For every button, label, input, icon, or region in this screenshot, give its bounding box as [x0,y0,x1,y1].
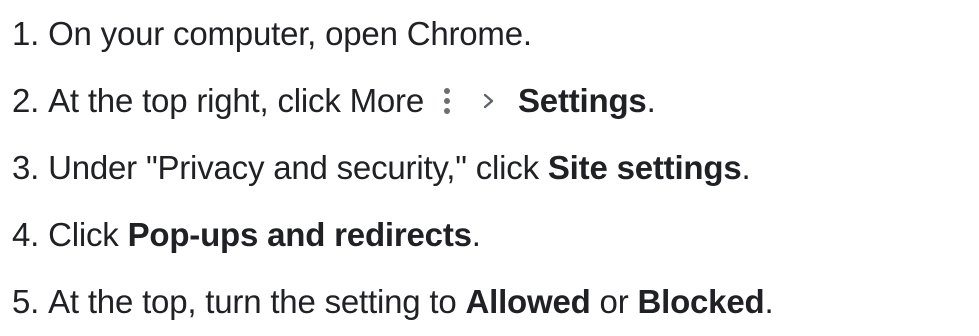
step-punctuation: . [741,148,751,186]
step-1: 1. On your computer, open Chrome. [12,0,977,67]
allowed-label: Allowed [465,282,591,320]
blocked-label: Blocked [637,282,765,320]
step-number: 2. [12,81,40,119]
step-4: 4. Click Pop-ups and redirects. [12,201,977,268]
settings-label: Settings [517,81,647,119]
step-number: 3. [12,148,40,186]
step-text: Click [48,215,119,253]
step-text: Under "Privacy and security," click [48,148,539,186]
more-vert-icon [442,86,452,116]
step-punctuation: . [646,81,656,119]
step-number: 4. [12,215,40,253]
step-5: 5. At the top, turn the setting to Allow… [12,268,977,335]
step-2: 2. At the top right, click More Settings… [12,67,977,134]
step-text: At the top, turn the setting to [48,282,457,320]
step-number: 5. [12,282,40,320]
step-text: On your computer, open Chrome. [48,14,532,52]
step-text: At the top right, click More [48,81,424,119]
chevron-right-icon [483,93,494,108]
instruction-list: 1. On your computer, open Chrome. 2. At … [12,0,977,335]
step-3: 3. Under "Privacy and security," click S… [12,134,977,201]
step-punctuation: . [471,215,481,253]
step-punctuation: . [764,282,774,320]
popups-redirects-label: Pop-ups and redirects [127,215,472,253]
step-number: 1. [12,14,40,52]
site-settings-label: Site settings [547,148,742,186]
step-text-or: or [599,282,629,320]
